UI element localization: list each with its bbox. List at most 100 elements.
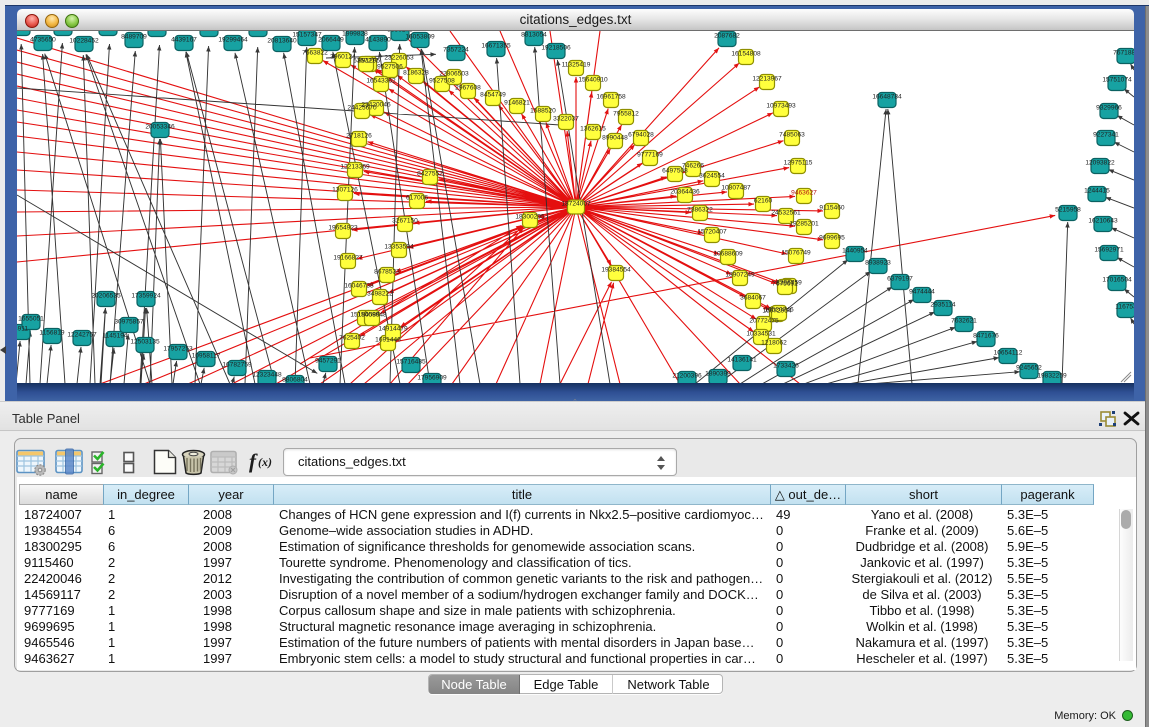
svg-text:12503135: 12503135	[130, 339, 160, 346]
svg-text:6357277: 6357277	[353, 58, 379, 65]
svg-text:21200396: 21200396	[672, 373, 702, 380]
svg-text:16961758: 16961758	[596, 94, 626, 101]
svg-text:9146821: 9146821	[504, 100, 530, 107]
svg-text:1145194: 1145194	[102, 333, 128, 340]
svg-text:9463627: 9463627	[791, 190, 817, 197]
svg-text:f: f	[249, 449, 258, 473]
svg-text:20364436: 20364436	[670, 189, 700, 196]
svg-text:8938923: 8938923	[865, 260, 891, 267]
svg-text:20772475: 20772475	[749, 318, 779, 325]
svg-text:19654923: 19654923	[328, 225, 358, 232]
svg-text:1655051: 1655051	[18, 316, 44, 323]
svg-text:9329966: 9329966	[1096, 105, 1122, 112]
svg-text:19384554: 19384554	[601, 267, 631, 274]
svg-text:15751074: 15751074	[1102, 77, 1132, 84]
svg-text:8186328: 8186328	[403, 70, 429, 77]
svg-text:9457291: 9457291	[315, 358, 341, 365]
svg-text:8427552: 8427552	[417, 171, 443, 178]
svg-text:14136141: 14136141	[727, 357, 757, 364]
svg-text:12213369: 12213369	[340, 164, 370, 171]
svg-text:9227341: 9227341	[1093, 132, 1119, 139]
svg-text:6794028: 6794028	[628, 132, 654, 139]
svg-text:1307126: 1307126	[332, 187, 358, 194]
svg-text:7671884: 7671884	[1113, 50, 1134, 57]
svg-text:1733426: 1733426	[773, 363, 799, 370]
svg-text:3498222: 3498222	[367, 291, 393, 298]
svg-text:3911: 3911	[17, 326, 28, 333]
svg-text:10807487: 10807487	[721, 185, 751, 192]
svg-text:23226053: 23226053	[384, 55, 414, 62]
svg-text:7485063: 7485063	[779, 132, 805, 139]
svg-text:10958117: 10958117	[192, 353, 221, 360]
svg-text:8454749: 8454749	[480, 92, 506, 99]
svg-text:7675692: 7675692	[772, 281, 798, 288]
svg-text:4143890: 4143890	[365, 37, 391, 44]
svg-text:12242757: 12242757	[67, 332, 97, 339]
svg-text:24532561: 24532561	[771, 210, 801, 217]
svg-text:30975857: 30975857	[114, 319, 144, 326]
svg-text:8489709: 8489709	[121, 34, 147, 41]
svg-text:1244415: 1244415	[1084, 188, 1110, 195]
svg-text:9245652: 9245652	[1016, 365, 1042, 372]
svg-text:16782759: 16782759	[222, 362, 252, 369]
svg-text:2718126: 2718126	[346, 133, 372, 140]
svg-text:617006: 617006	[406, 195, 428, 202]
svg-text:8471676: 8471676	[973, 333, 999, 340]
svg-text:5215958: 5215958	[1055, 207, 1081, 214]
svg-text:18724007: 18724007	[561, 201, 591, 208]
svg-text:1440954: 1440954	[842, 248, 868, 255]
svg-text:15720407: 15720407	[697, 229, 727, 236]
svg-text:746266: 746266	[682, 163, 704, 170]
svg-text:3267150: 3267150	[392, 218, 418, 225]
svg-text:2967608: 2967608	[455, 85, 481, 92]
svg-text:(x): (x)	[258, 455, 272, 469]
svg-text:2087682: 2087682	[714, 33, 740, 40]
svg-text:1691446: 1691446	[375, 337, 401, 344]
svg-text:20053346: 20053346	[145, 124, 175, 131]
svg-text:8813054: 8813054	[521, 32, 547, 39]
svg-text:4735650: 4735650	[30, 37, 56, 44]
svg-text:17957253: 17957253	[163, 346, 193, 353]
svg-text:1588520: 1588520	[530, 108, 556, 115]
svg-text:16648784: 16648784	[872, 94, 902, 101]
svg-text:10228452: 10228452	[69, 38, 99, 45]
svg-text:10973493: 10973493	[766, 103, 796, 110]
svg-text:16053809: 16053809	[405, 34, 435, 41]
svg-text:19299464: 19299464	[218, 37, 248, 44]
svg-text:20813640: 20813640	[267, 38, 297, 45]
svg-text:3624554: 3624554	[699, 173, 725, 180]
svg-text:8990448: 8990448	[602, 135, 628, 142]
svg-text:17359924: 17359924	[131, 293, 161, 300]
svg-text:20206535: 20206535	[91, 293, 121, 300]
svg-text:16671355: 16671355	[481, 43, 511, 50]
svg-text:6379197: 6379197	[887, 276, 913, 283]
svg-text:7632621: 7632621	[951, 318, 977, 325]
svg-text:10688609: 10688609	[713, 251, 743, 258]
svg-text:9474444: 9474444	[909, 289, 935, 296]
svg-text:7357224: 7357224	[443, 47, 469, 54]
svg-text:12213967: 12213967	[752, 76, 782, 83]
svg-text:15640910: 15640910	[578, 77, 608, 84]
svg-text:17016504: 17016504	[1102, 277, 1132, 284]
svg-text:12975115: 12975115	[784, 160, 813, 167]
svg-text:7663822: 7663822	[302, 50, 328, 57]
svg-text:19166827: 19166827	[333, 255, 363, 262]
svg-text:9115460: 9115460	[819, 205, 845, 212]
svg-text:1218062: 1218062	[761, 340, 787, 347]
svg-text:18300295: 18300295	[515, 214, 545, 221]
svg-text:19832259: 19832259	[1037, 373, 1067, 380]
svg-text:15716485: 15716485	[396, 359, 426, 366]
svg-text:2935114: 2935114	[930, 302, 956, 309]
svg-text:14914479: 14914479	[378, 326, 408, 333]
svg-text:9699695: 9699695	[819, 235, 845, 242]
svg-text:7625402: 7625402	[339, 335, 365, 342]
svg-text:19218506: 19218506	[541, 45, 571, 52]
svg-text:15409948: 15409948	[357, 312, 387, 319]
svg-text:16210643: 16210643	[1088, 218, 1118, 225]
svg-text:2066449: 2066449	[318, 37, 344, 44]
svg-text:18907249: 18907249	[725, 272, 755, 279]
svg-text:3322037: 3322037	[553, 116, 579, 123]
svg-text:22806503: 22806503	[439, 71, 469, 78]
svg-text:12323448: 12323448	[252, 372, 282, 379]
svg-text:4439167: 4439167	[171, 37, 197, 44]
